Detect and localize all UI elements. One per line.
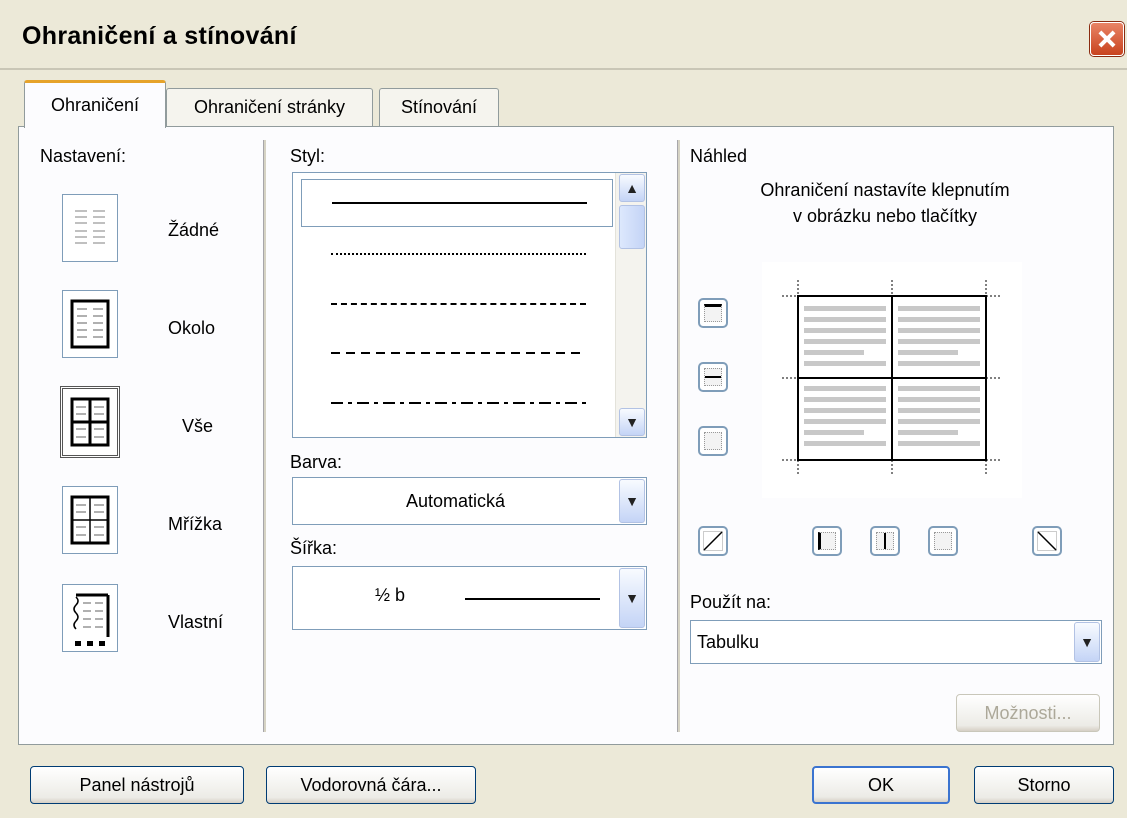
cancel-button[interactable]: Storno: [974, 766, 1114, 804]
color-select[interactable]: Automatická ▼: [292, 477, 647, 525]
preview-heading: Náhled: [690, 146, 748, 166]
apply-to-label: Použít na:: [690, 592, 772, 612]
diagonal-down-icon: [1037, 531, 1057, 551]
setting-custom-label[interactable]: Vlastní: [168, 612, 223, 633]
scroll-down-icon[interactable]: ▼: [619, 408, 645, 436]
border-inside-horizontal-icon: [704, 368, 722, 386]
preview-hint-2: v obrázku nebo tlačítky: [792, 206, 978, 226]
border-right-icon: [934, 532, 952, 550]
border-diagonal-down-button[interactable]: [1032, 526, 1062, 556]
style-item-solid[interactable]: [301, 179, 613, 227]
tab-borders[interactable]: Ohraničení: [24, 80, 166, 128]
preview-area[interactable]: [762, 262, 1022, 498]
scroll-thumb[interactable]: [619, 205, 645, 249]
border-top-button[interactable]: [698, 298, 728, 328]
setting-none-label[interactable]: Žádné: [168, 220, 219, 241]
border-all-icon[interactable]: [60, 386, 120, 458]
border-left-icon: [818, 532, 836, 550]
color-label: Barva:: [290, 452, 343, 472]
style-item-dashed-fine[interactable]: [301, 281, 611, 327]
diagonal-up-icon: [703, 531, 723, 551]
ok-button[interactable]: OK: [812, 766, 950, 804]
tab-shading[interactable]: Stínování: [379, 88, 499, 126]
preview-hint-1: Ohraničení nastavíte klepnutím: [760, 180, 1010, 200]
border-left-button[interactable]: [812, 526, 842, 556]
setting-all-label[interactable]: Vše: [182, 416, 213, 437]
border-bottom-button[interactable]: [698, 426, 728, 456]
style-item-dashed[interactable]: [301, 331, 611, 377]
setting-grid-label[interactable]: Mřížka: [168, 514, 222, 535]
border-inside-horizontal-button[interactable]: [698, 362, 728, 392]
border-custom-icon[interactable]: [62, 584, 118, 652]
apply-to-select[interactable]: Tabulku ▼: [690, 620, 1102, 664]
setting-box-label[interactable]: Okolo: [168, 318, 215, 339]
color-value: Automatická: [405, 491, 506, 511]
width-sample-line: [465, 598, 600, 600]
style-listbox[interactable]: ▲ ▼: [292, 172, 647, 438]
chevron-down-icon[interactable]: ▼: [619, 568, 645, 628]
tab-page-border[interactable]: Ohraničení stránky: [166, 88, 373, 126]
toolbar-button[interactable]: Panel nástrojů: [30, 766, 244, 804]
style-item-dash-dot[interactable]: [301, 381, 611, 427]
border-top-icon: [704, 304, 722, 322]
style-scrollbar[interactable]: ▲ ▼: [615, 173, 646, 437]
border-none-icon[interactable]: [62, 194, 118, 262]
border-bottom-icon: [704, 432, 722, 450]
chevron-down-icon[interactable]: ▼: [1074, 622, 1100, 662]
window-title: Ohraničení a stínování: [22, 22, 297, 50]
divider: [677, 140, 680, 732]
options-button[interactable]: Možnosti...: [956, 694, 1100, 732]
border-inside-vertical-button[interactable]: [870, 526, 900, 556]
close-icon[interactable]: [1090, 22, 1124, 56]
border-diagonal-up-button[interactable]: [698, 526, 728, 556]
divider: [263, 140, 266, 732]
border-inside-vertical-icon: [876, 532, 894, 550]
style-item-dotted[interactable]: [301, 231, 611, 277]
title-bar: Ohraničení a stínování: [0, 0, 1127, 70]
horizontal-line-button[interactable]: Vodorovná čára...: [266, 766, 476, 804]
width-value: ½ b: [375, 585, 406, 605]
border-box-icon[interactable]: [62, 290, 118, 358]
chevron-down-icon[interactable]: ▼: [619, 479, 645, 523]
width-select[interactable]: ½ b ▼: [292, 566, 647, 630]
apply-to-value: Tabulku: [697, 632, 760, 652]
style-heading: Styl:: [290, 146, 326, 166]
width-label: Šířka:: [290, 538, 338, 558]
border-grid-icon[interactable]: [62, 486, 118, 554]
settings-heading: Nastavení:: [40, 146, 127, 166]
border-right-button[interactable]: [928, 526, 958, 556]
scroll-up-icon[interactable]: ▲: [619, 174, 645, 202]
